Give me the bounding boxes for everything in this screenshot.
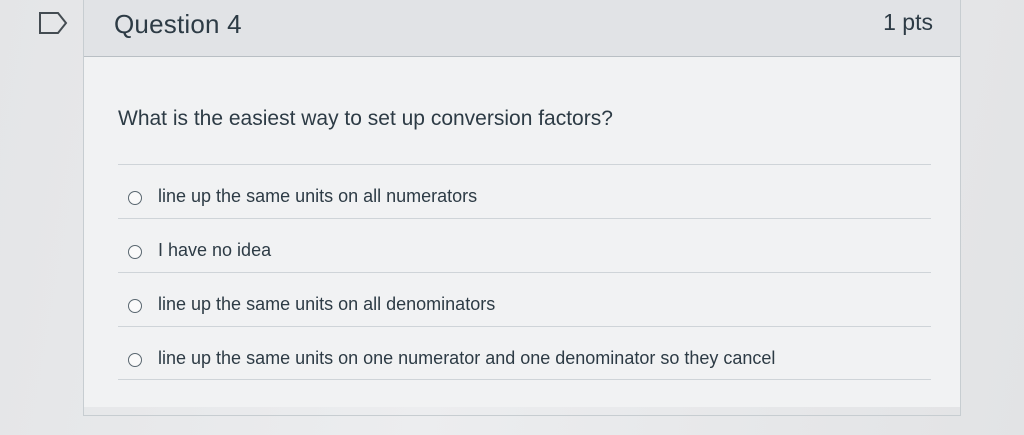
answer-label[interactable]: line up the same units on one numerator … — [158, 348, 775, 369]
answer-label[interactable]: line up the same units on all numerators — [158, 186, 477, 207]
radio-button[interactable] — [128, 353, 142, 367]
question-header: Question 4 1 pts — [84, 0, 960, 57]
question-text: What is the easiest way to set up conver… — [118, 107, 613, 130]
radio-button[interactable] — [128, 299, 142, 313]
answer-option[interactable]: I have no idea — [118, 218, 931, 272]
answer-label[interactable]: I have no idea — [158, 240, 271, 261]
radio-button[interactable] — [128, 245, 142, 259]
answer-option[interactable]: line up the same units on all numerators — [118, 164, 931, 218]
answer-list: line up the same units on all numerators… — [118, 164, 931, 380]
question-title: Question 4 — [114, 9, 242, 39]
question-card: Question 4 1 pts What is the easiest way… — [83, 0, 961, 416]
answer-option[interactable]: line up the same units on one numerator … — [118, 326, 931, 380]
question-body: What is the easiest way to set up conver… — [84, 57, 960, 407]
answer-label[interactable]: line up the same units on all denominato… — [158, 294, 495, 315]
flag-icon[interactable] — [38, 12, 68, 34]
radio-button[interactable] — [128, 191, 142, 205]
answer-option[interactable]: line up the same units on all denominato… — [118, 272, 931, 326]
question-points: 1 pts — [883, 9, 933, 35]
